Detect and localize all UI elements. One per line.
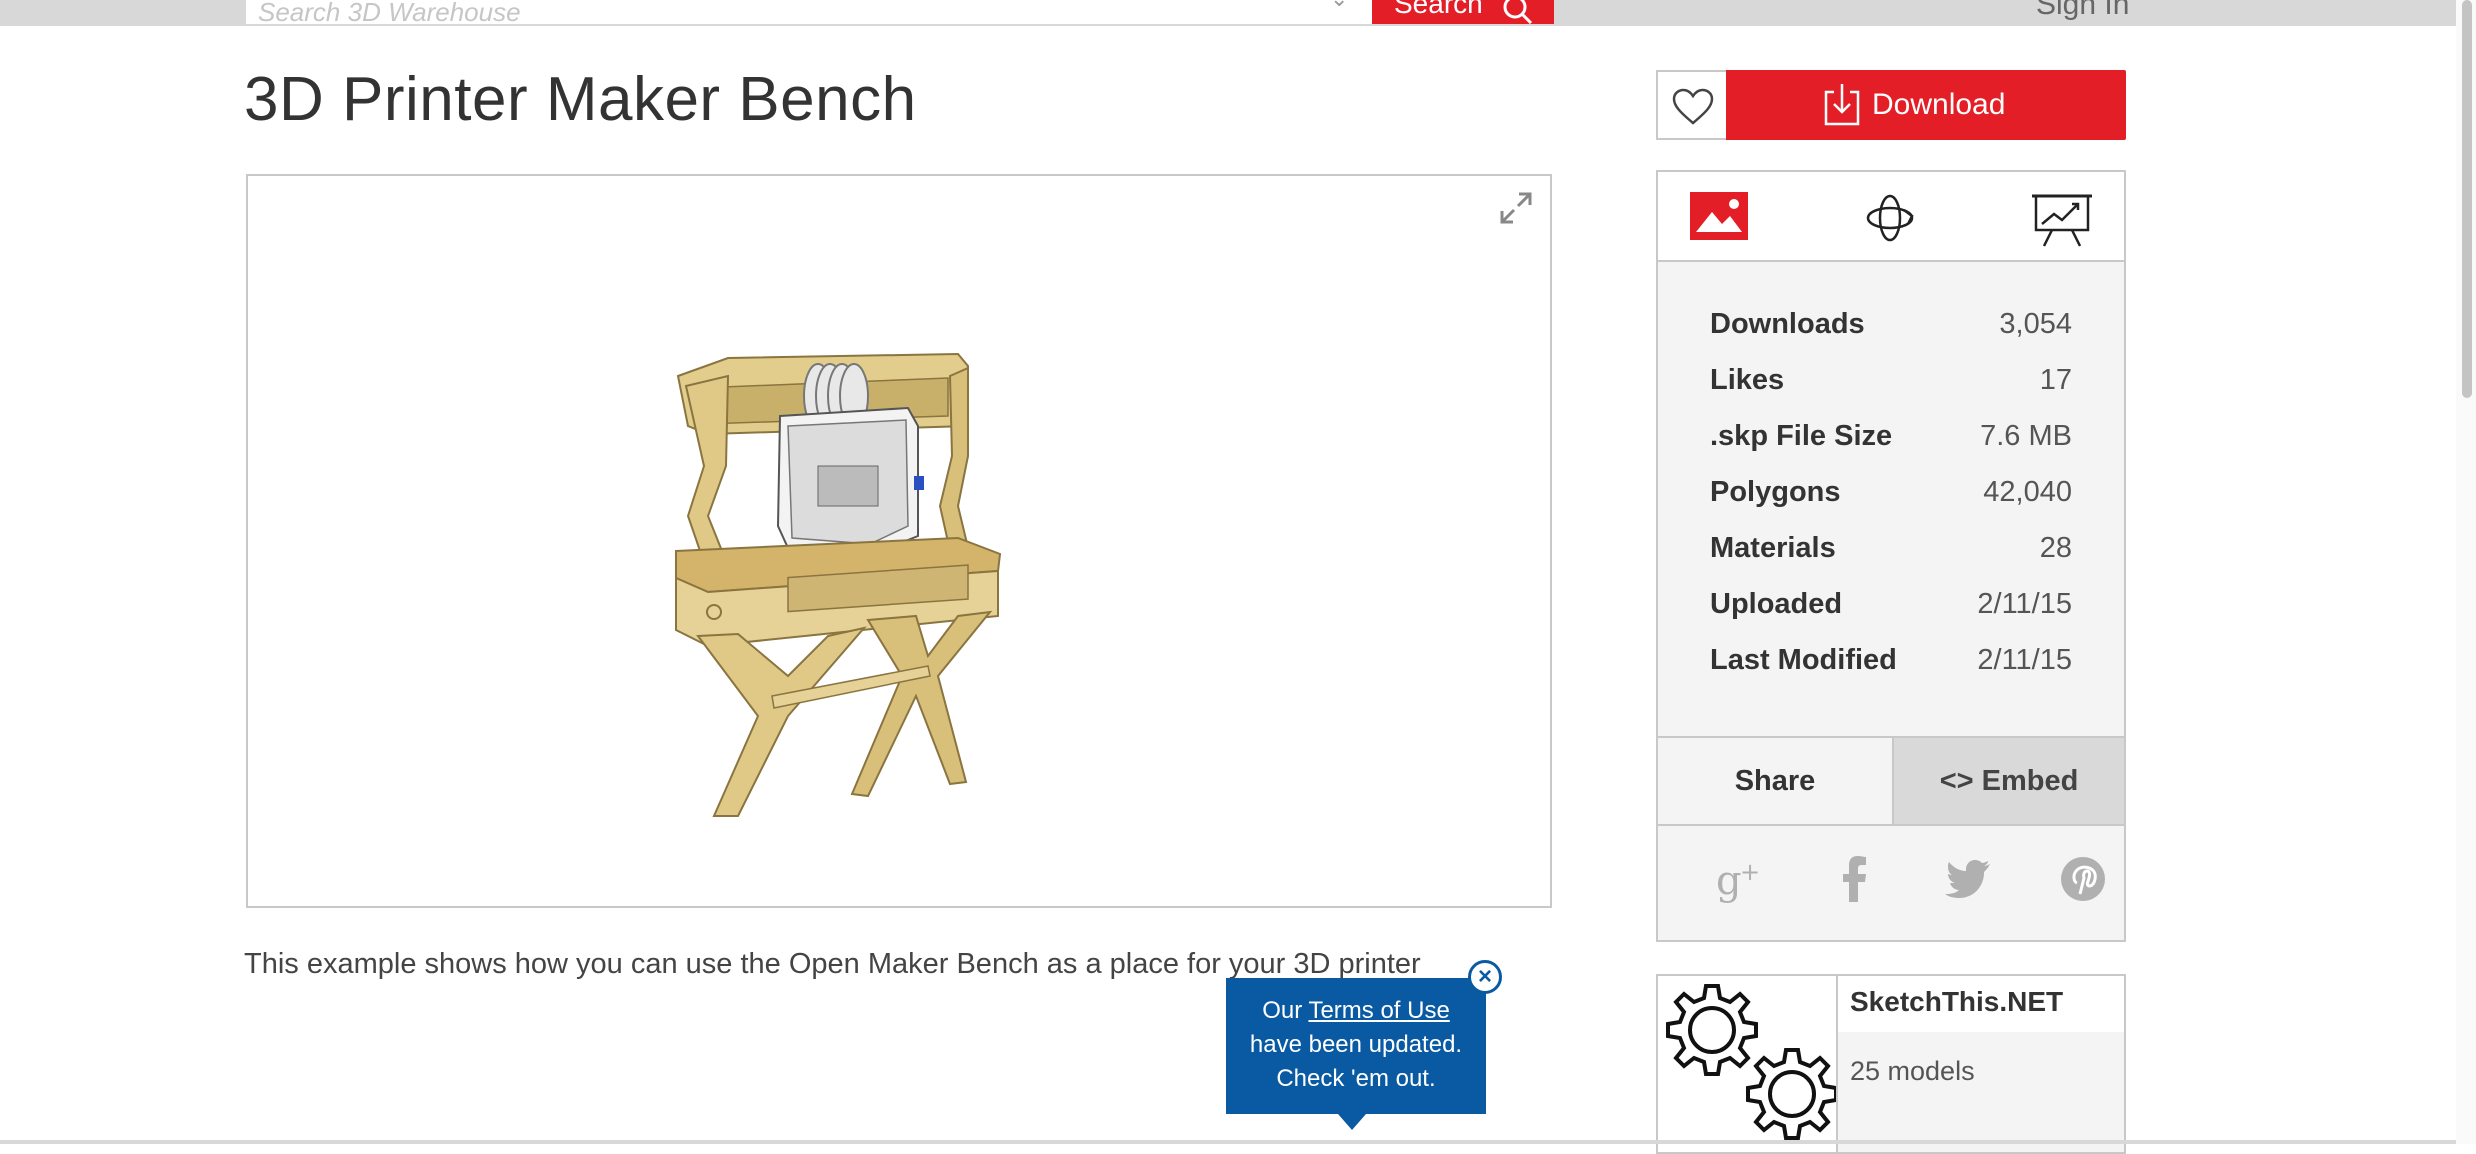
search-icon bbox=[1503, 0, 1533, 24]
google-plus-icon[interactable]: g + bbox=[1716, 854, 1766, 904]
twitter-icon[interactable] bbox=[1944, 854, 1994, 904]
scrollbar-thumb[interactable] bbox=[2462, 0, 2472, 398]
stat-row: Likes 17 bbox=[1710, 364, 2072, 420]
presentation-icon[interactable] bbox=[2032, 192, 2092, 248]
svg-text:+: + bbox=[1740, 858, 1760, 886]
stat-value: 17 bbox=[2039, 364, 2072, 396]
stat-row: Downloads 3,054 bbox=[1710, 308, 2072, 364]
expand-icon[interactable] bbox=[1498, 190, 1534, 226]
stat-label: Uploaded bbox=[1710, 588, 1843, 620]
stat-label: Polygons bbox=[1710, 476, 1841, 508]
share-embed-tabs: Share <> Embed bbox=[1658, 736, 2124, 826]
author-count-background bbox=[1838, 1032, 2124, 1152]
stat-value: 2/11/15 bbox=[1977, 588, 2072, 620]
page-title: 3D Printer Maker Bench bbox=[244, 65, 917, 134]
svg-text:g: g bbox=[1716, 858, 1742, 904]
terms-line-3: Check 'em out. bbox=[1276, 1065, 1436, 1092]
download-button[interactable]: Download bbox=[1726, 70, 2126, 140]
tab-embed[interactable]: <> Embed bbox=[1892, 738, 2124, 824]
terms-line-1: Our Terms of Use bbox=[1226, 994, 1486, 1028]
stat-value: 42,040 bbox=[1983, 476, 2072, 508]
3d-rotate-icon[interactable] bbox=[1864, 192, 1916, 244]
stat-label: Last Modified bbox=[1710, 644, 1897, 676]
stat-value: 2/11/15 bbox=[1977, 644, 2072, 676]
stat-label: .skp File Size bbox=[1710, 420, 1893, 452]
model-stats: Downloads 3,054 Likes 17 .skp File Size 7.6… bbox=[1710, 308, 2072, 700]
author-name[interactable]: SketchThis.NET bbox=[1850, 986, 2063, 1018]
pinterest-icon[interactable] bbox=[2058, 854, 2108, 904]
gears-icon bbox=[1666, 984, 1836, 1140]
stat-row: .skp File Size 7.6 MB bbox=[1710, 420, 2072, 476]
author-card[interactable]: SketchThis.NET 25 models bbox=[1656, 974, 2126, 1154]
avatar[interactable] bbox=[1658, 976, 1838, 1152]
stat-row: Polygons 42,040 bbox=[1710, 476, 2072, 532]
image-icon[interactable] bbox=[1690, 192, 1748, 240]
download-icon bbox=[1824, 84, 1860, 126]
stat-label: Downloads bbox=[1710, 308, 1865, 340]
top-bar: ⌄ Search Sign In bbox=[0, 0, 2476, 26]
stat-value: 28 bbox=[2039, 532, 2072, 564]
stat-row: Last Modified 2/11/15 bbox=[1710, 644, 2072, 700]
sign-in-link[interactable]: Sign In bbox=[2036, 0, 2129, 22]
search-button[interactable]: Search bbox=[1372, 0, 1554, 24]
search-input[interactable] bbox=[246, 0, 1372, 24]
terms-line-2: have been updated. bbox=[1249, 1031, 1463, 1058]
model-info-panel: Downloads 3,054 Likes 17 .skp File Size 7.6… bbox=[1656, 170, 2126, 942]
search-button-label: Search bbox=[1394, 0, 1483, 19]
like-button[interactable] bbox=[1656, 70, 1728, 140]
tab-share[interactable]: Share bbox=[1658, 738, 1892, 824]
stat-value: 3,054 bbox=[1999, 308, 2072, 340]
model-preview-image bbox=[675, 352, 1002, 817]
stat-row: Materials 28 bbox=[1710, 532, 2072, 588]
heart-icon bbox=[1672, 88, 1714, 125]
download-button-label: Download bbox=[1872, 88, 2006, 121]
terms-of-use-link[interactable]: Terms of Use bbox=[1308, 997, 1449, 1024]
model-viewer[interactable] bbox=[246, 174, 1552, 908]
stat-row: Uploaded 2/11/15 bbox=[1710, 588, 2072, 644]
terms-popup-pointer bbox=[1338, 1114, 1366, 1130]
stat-label: Materials bbox=[1710, 532, 1836, 564]
stat-value: 7.6 MB bbox=[1980, 420, 2072, 452]
terms-prefix: Our bbox=[1262, 997, 1309, 1024]
terms-popup: Our Terms of Use have been updated. Chec… bbox=[1226, 978, 1486, 1114]
view-mode-tabs bbox=[1658, 172, 2124, 262]
close-icon[interactable]: × bbox=[1468, 960, 1502, 994]
stat-label: Likes bbox=[1710, 364, 1785, 396]
facebook-icon[interactable] bbox=[1830, 854, 1880, 904]
author-model-count: 25 models bbox=[1850, 1056, 1975, 1086]
chevron-down-icon[interactable]: ⌄ bbox=[1330, 0, 1348, 12]
bottom-divider bbox=[0, 1140, 2456, 1144]
model-description: This example shows how you can use the O… bbox=[244, 948, 1421, 980]
